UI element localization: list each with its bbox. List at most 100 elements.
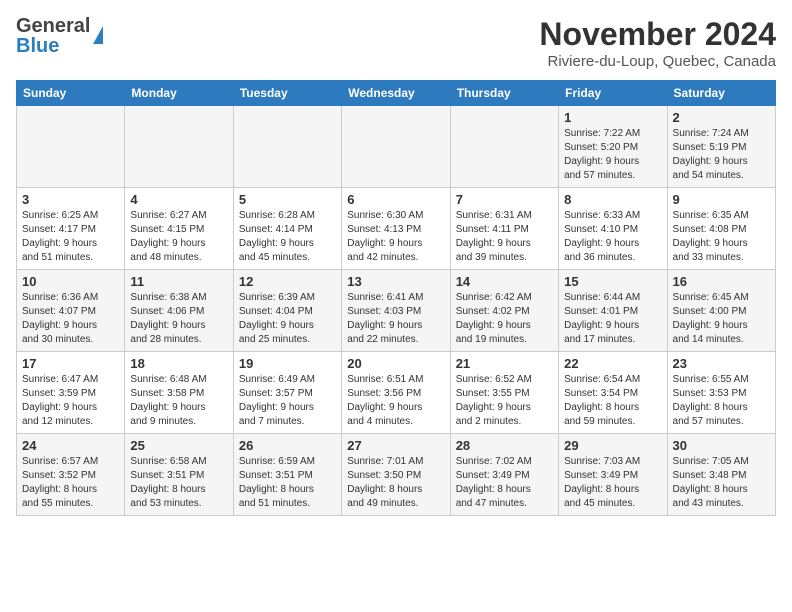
day-number: 17	[22, 356, 119, 371]
calendar-day-cell	[450, 106, 558, 188]
day-info: Sunrise: 6:28 AM Sunset: 4:14 PM Dayligh…	[239, 209, 336, 265]
calendar-day-cell: 1Sunrise: 7:22 AM Sunset: 5:20 PM Daylig…	[559, 106, 667, 188]
month-title: November 2024	[539, 16, 776, 53]
day-info: Sunrise: 6:59 AM Sunset: 3:51 PM Dayligh…	[239, 455, 336, 511]
weekday-header: Monday	[125, 81, 233, 106]
day-number: 13	[347, 274, 444, 289]
day-number: 22	[564, 356, 661, 371]
calendar-day-cell: 25 Sunrise: 6:58 AM Sunset: 3:51 PM Dayli…	[125, 434, 233, 516]
calendar-week-row: 17 Sunrise: 6:47 AM Sunset: 3:59 PM Dayli…	[17, 352, 776, 434]
day-info: Sunrise: 6:44 AM Sunset: 4:01 PM Dayligh…	[564, 291, 661, 347]
day-info: Sunrise: 6:25 AM Sunset: 4:17 PM Dayligh…	[22, 209, 119, 265]
day-info: Sunrise: 7:01 AM Sunset: 3:50 PM Dayligh…	[347, 455, 444, 511]
calendar-day-cell: 17 Sunrise: 6:47 AM Sunset: 3:59 PM Dayli…	[17, 352, 125, 434]
day-number: 3	[22, 192, 119, 207]
day-number: 15	[564, 274, 661, 289]
calendar-day-cell	[233, 106, 341, 188]
weekday-header: Saturday	[667, 81, 775, 106]
day-info: Sunrise: 6:30 AM Sunset: 4:13 PM Dayligh…	[347, 209, 444, 265]
calendar-day-cell	[17, 106, 125, 188]
day-number: 4	[130, 192, 227, 207]
day-number: 18	[130, 356, 227, 371]
day-info: Sunrise: 6:33 AM Sunset: 4:10 PM Dayligh…	[564, 209, 661, 265]
day-number: 12	[239, 274, 336, 289]
day-info: Sunrise: 6:58 AM Sunset: 3:51 PM Dayligh…	[130, 455, 227, 511]
calendar-day-cell: 7 Sunrise: 6:31 AM Sunset: 4:11 PM Daylig…	[450, 188, 558, 270]
logo: General Blue	[16, 16, 103, 56]
calendar-day-cell	[342, 106, 450, 188]
day-info: Sunrise: 6:35 AM Sunset: 4:08 PM Dayligh…	[673, 209, 770, 265]
day-info: Sunrise: 6:27 AM Sunset: 4:15 PM Dayligh…	[130, 209, 227, 265]
day-info: Sunrise: 6:49 AM Sunset: 3:57 PM Dayligh…	[239, 373, 336, 429]
calendar-day-cell: 2 Sunrise: 7:24 AM Sunset: 5:19 PM Daylig…	[667, 106, 775, 188]
calendar-day-cell: 26 Sunrise: 6:59 AM Sunset: 3:51 PM Dayli…	[233, 434, 341, 516]
day-info: Sunrise: 6:47 AM Sunset: 3:59 PM Dayligh…	[22, 373, 119, 429]
calendar-week-row: 1Sunrise: 7:22 AM Sunset: 5:20 PM Daylig…	[17, 106, 776, 188]
day-number: 6	[347, 192, 444, 207]
day-info: Sunrise: 6:36 AM Sunset: 4:07 PM Dayligh…	[22, 291, 119, 347]
day-number: 19	[239, 356, 336, 371]
calendar-day-cell: 13 Sunrise: 6:41 AM Sunset: 4:03 PM Dayli…	[342, 270, 450, 352]
day-info: Sunrise: 6:39 AM Sunset: 4:04 PM Dayligh…	[239, 291, 336, 347]
calendar-day-cell: 22Sunrise: 6:54 AM Sunset: 3:54 PM Dayli…	[559, 352, 667, 434]
calendar-day-cell: 30Sunrise: 7:05 AM Sunset: 3:48 PM Dayli…	[667, 434, 775, 516]
calendar-day-cell: 12 Sunrise: 6:39 AM Sunset: 4:04 PM Dayli…	[233, 270, 341, 352]
day-number: 9	[673, 192, 770, 207]
day-info: Sunrise: 6:52 AM Sunset: 3:55 PM Dayligh…	[456, 373, 553, 429]
weekday-header: Sunday	[17, 81, 125, 106]
day-number: 26	[239, 438, 336, 453]
day-number: 23	[673, 356, 770, 371]
calendar-week-row: 24Sunrise: 6:57 AM Sunset: 3:52 PM Dayli…	[17, 434, 776, 516]
day-number: 24	[22, 438, 119, 453]
day-number: 25	[130, 438, 227, 453]
calendar-week-row: 10 Sunrise: 6:36 AM Sunset: 4:07 PM Dayli…	[17, 270, 776, 352]
day-number: 2	[673, 110, 770, 125]
day-info: Sunrise: 7:02 AM Sunset: 3:49 PM Dayligh…	[456, 455, 553, 511]
day-number: 28	[456, 438, 553, 453]
location-subtitle: Riviere-du-Loup, Quebec, Canada	[539, 53, 776, 70]
day-number: 7	[456, 192, 553, 207]
day-info: Sunrise: 6:38 AM Sunset: 4:06 PM Dayligh…	[130, 291, 227, 347]
calendar-day-cell: 4 Sunrise: 6:27 AM Sunset: 4:15 PM Daylig…	[125, 188, 233, 270]
calendar-day-cell: 3 Sunrise: 6:25 AM Sunset: 4:17 PM Daylig…	[17, 188, 125, 270]
day-number: 20	[347, 356, 444, 371]
calendar-day-cell: 24Sunrise: 6:57 AM Sunset: 3:52 PM Dayli…	[17, 434, 125, 516]
calendar-week-row: 3 Sunrise: 6:25 AM Sunset: 4:17 PM Daylig…	[17, 188, 776, 270]
weekday-header: Wednesday	[342, 81, 450, 106]
day-number: 11	[130, 274, 227, 289]
day-info: Sunrise: 6:41 AM Sunset: 4:03 PM Dayligh…	[347, 291, 444, 347]
calendar-day-cell: 18Sunrise: 6:48 AM Sunset: 3:58 PM Dayli…	[125, 352, 233, 434]
calendar-day-cell: 28 Sunrise: 7:02 AM Sunset: 3:49 PM Dayli…	[450, 434, 558, 516]
calendar-day-cell: 29Sunrise: 7:03 AM Sunset: 3:49 PM Dayli…	[559, 434, 667, 516]
day-number: 8	[564, 192, 661, 207]
day-number: 10	[22, 274, 119, 289]
calendar-header-row: SundayMondayTuesdayWednesdayThursdayFrid…	[17, 81, 776, 106]
day-number: 29	[564, 438, 661, 453]
day-info: Sunrise: 7:22 AM Sunset: 5:20 PM Dayligh…	[564, 127, 661, 183]
day-number: 5	[239, 192, 336, 207]
calendar-day-cell: 23Sunrise: 6:55 AM Sunset: 3:53 PM Dayli…	[667, 352, 775, 434]
calendar-day-cell: 11 Sunrise: 6:38 AM Sunset: 4:06 PM Dayli…	[125, 270, 233, 352]
day-info: Sunrise: 6:42 AM Sunset: 4:02 PM Dayligh…	[456, 291, 553, 347]
calendar-day-cell: 6 Sunrise: 6:30 AM Sunset: 4:13 PM Daylig…	[342, 188, 450, 270]
day-info: Sunrise: 6:45 AM Sunset: 4:00 PM Dayligh…	[673, 291, 770, 347]
day-info: Sunrise: 7:05 AM Sunset: 3:48 PM Dayligh…	[673, 455, 770, 511]
logo-blue-text: Blue	[16, 36, 90, 56]
calendar-day-cell: 15 Sunrise: 6:44 AM Sunset: 4:01 PM Dayli…	[559, 270, 667, 352]
day-info: Sunrise: 7:24 AM Sunset: 5:19 PM Dayligh…	[673, 127, 770, 183]
header: General Blue November 2024 Riviere-du-Lo…	[16, 16, 776, 70]
calendar-table: SundayMondayTuesdayWednesdayThursdayFrid…	[16, 80, 776, 516]
calendar-day-cell: 21 Sunrise: 6:52 AM Sunset: 3:55 PM Dayli…	[450, 352, 558, 434]
title-area: November 2024 Riviere-du-Loup, Quebec, C…	[539, 16, 776, 70]
calendar-day-cell: 16 Sunrise: 6:45 AM Sunset: 4:00 PM Dayli…	[667, 270, 775, 352]
day-info: Sunrise: 6:51 AM Sunset: 3:56 PM Dayligh…	[347, 373, 444, 429]
day-number: 27	[347, 438, 444, 453]
logo-triangle-icon	[93, 26, 103, 44]
day-number: 21	[456, 356, 553, 371]
day-number: 16	[673, 274, 770, 289]
day-info: Sunrise: 6:31 AM Sunset: 4:11 PM Dayligh…	[456, 209, 553, 265]
calendar-day-cell: 27 Sunrise: 7:01 AM Sunset: 3:50 PM Dayli…	[342, 434, 450, 516]
calendar-day-cell: 9 Sunrise: 6:35 AM Sunset: 4:08 PM Daylig…	[667, 188, 775, 270]
calendar-day-cell: 8 Sunrise: 6:33 AM Sunset: 4:10 PM Daylig…	[559, 188, 667, 270]
logo-general-text: General	[16, 16, 90, 36]
